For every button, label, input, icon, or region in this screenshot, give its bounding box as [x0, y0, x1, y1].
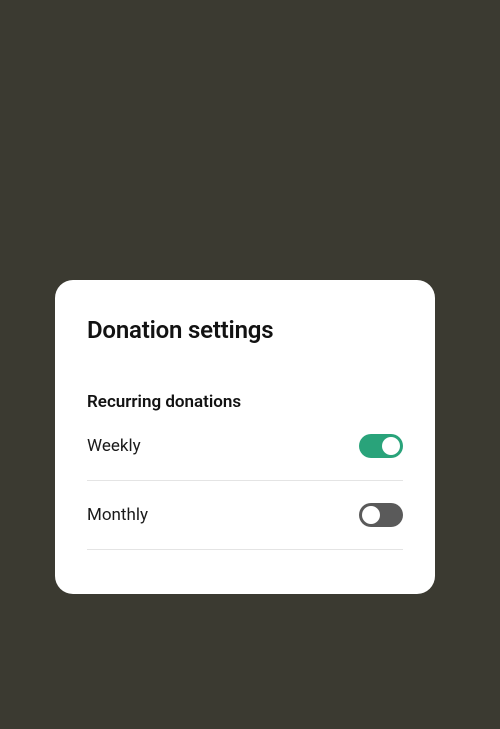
toggle-weekly[interactable] [359, 434, 403, 458]
card-title: Donation settings [87, 316, 403, 344]
toggle-monthly[interactable] [359, 503, 403, 527]
toggle-monthly-knob [362, 506, 380, 524]
row-weekly: Weekly [87, 412, 403, 481]
row-weekly-label: Weekly [87, 436, 141, 456]
donation-settings-card: Donation settings Recurring donations We… [55, 280, 435, 594]
section-title: Recurring donations [87, 392, 403, 412]
row-monthly: Monthly [87, 481, 403, 550]
row-monthly-label: Monthly [87, 505, 148, 525]
toggle-weekly-knob [382, 437, 400, 455]
